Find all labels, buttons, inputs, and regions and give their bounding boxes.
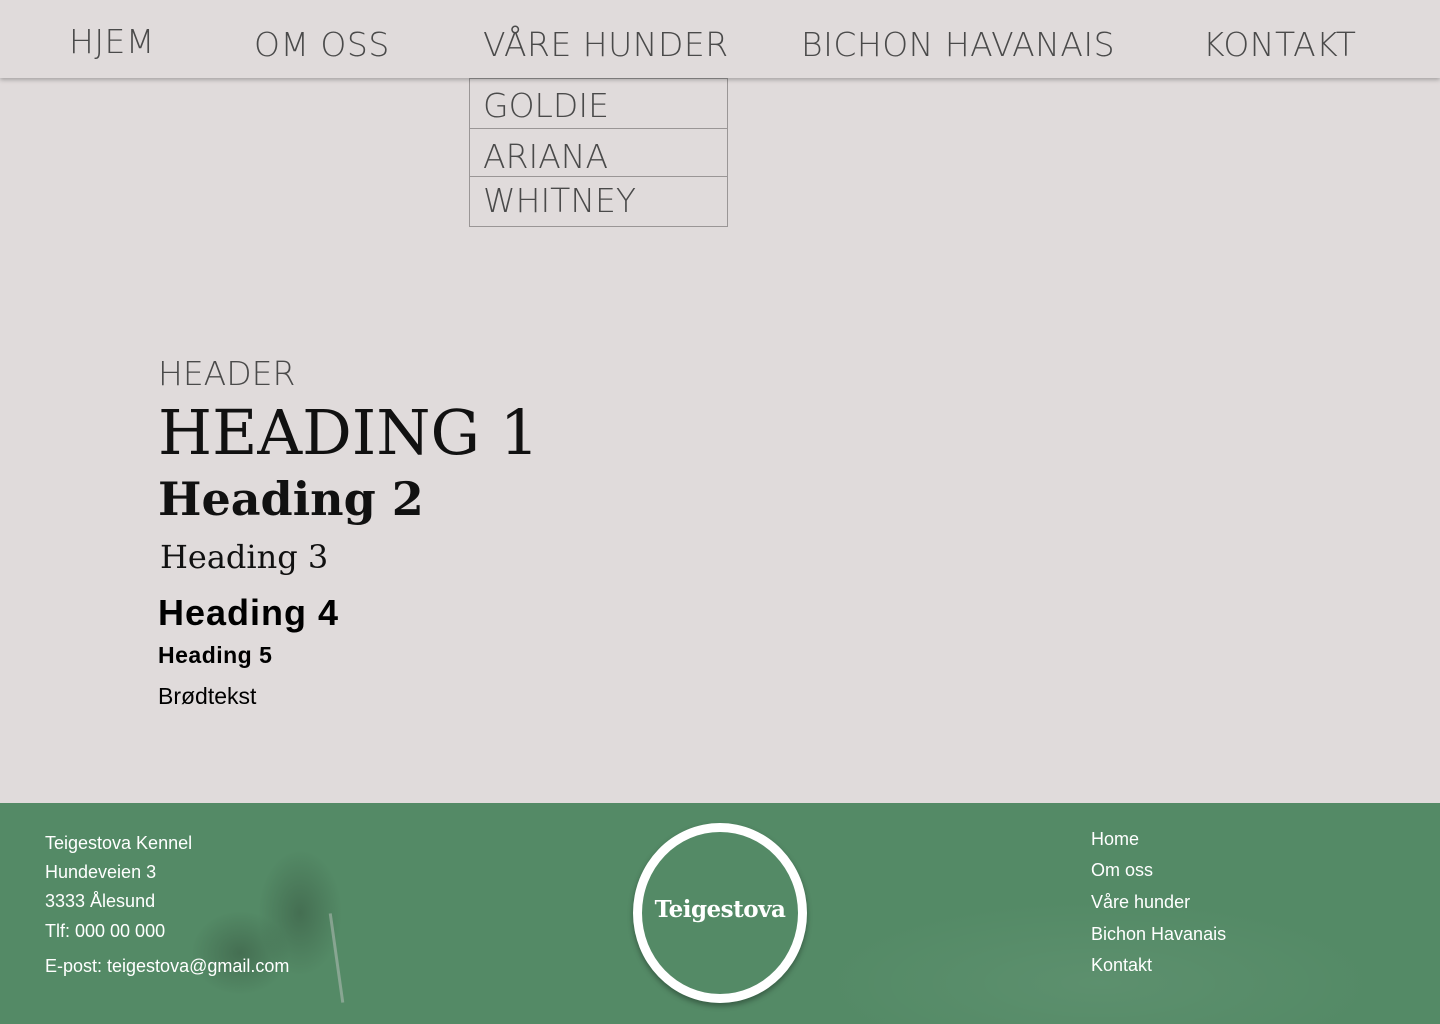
dropdown-item-whitney[interactable]: WHITNEY bbox=[470, 177, 727, 226]
footer-nav-om-oss[interactable]: Om oss bbox=[1091, 860, 1153, 881]
footer-street: Hundeveien 3 bbox=[45, 862, 157, 882]
footer-email[interactable]: E-post: teigestova@gmail.com bbox=[45, 956, 289, 977]
footer: Teigestova Kennel Hundeveien 3 3333 Åles… bbox=[0, 803, 1440, 1024]
footer-nav-vare-hunder[interactable]: Våre hunder bbox=[1091, 892, 1190, 913]
style-heading3-sample: Heading 3 bbox=[160, 538, 329, 576]
dropdown-item-ariana[interactable]: ARIANA bbox=[470, 129, 727, 177]
style-heading4-sample: Heading 4 bbox=[158, 592, 340, 633]
footer-nav-bichon-havanais[interactable]: Bichon Havanais bbox=[1091, 924, 1226, 945]
footer-logo[interactable]: Teigestova bbox=[633, 823, 807, 1003]
dropdown-item-goldie[interactable]: GOLDIE bbox=[470, 79, 727, 129]
nav-item-bichon-havanais[interactable]: BICHON HAVANAIS bbox=[801, 25, 1115, 64]
footer-nav-kontakt[interactable]: Kontakt bbox=[1091, 955, 1152, 976]
style-body-sample: Brødtekst bbox=[158, 683, 257, 709]
vare-hunder-dropdown: GOLDIE ARIANA WHITNEY bbox=[469, 78, 728, 227]
footer-phone: Tlf: 000 00 000 bbox=[45, 921, 166, 941]
style-heading2-sample: Heading 2 bbox=[158, 472, 424, 526]
style-header-sample: HEADER bbox=[158, 354, 296, 393]
nav-item-om-oss[interactable]: OM OSS bbox=[254, 25, 390, 64]
logo-text: Teigestova bbox=[654, 896, 786, 923]
nav-item-kontakt[interactable]: KONTAKT bbox=[1203, 25, 1356, 64]
nav-item-hjem[interactable]: HJEM bbox=[69, 22, 155, 61]
footer-nav-home[interactable]: Home bbox=[1091, 829, 1139, 850]
style-heading1-sample: HEADING 1 bbox=[158, 396, 540, 469]
style-heading5-sample: Heading 5 bbox=[158, 642, 273, 668]
main-nav: HJEM OM OSS VÅRE HUNDER BICHON HAVANAIS … bbox=[0, 0, 1440, 78]
footer-city: 3333 Ålesund bbox=[45, 891, 156, 911]
nav-item-vare-hunder[interactable]: VÅRE HUNDER bbox=[483, 25, 729, 64]
footer-company: Teigestova Kennel bbox=[45, 833, 193, 853]
